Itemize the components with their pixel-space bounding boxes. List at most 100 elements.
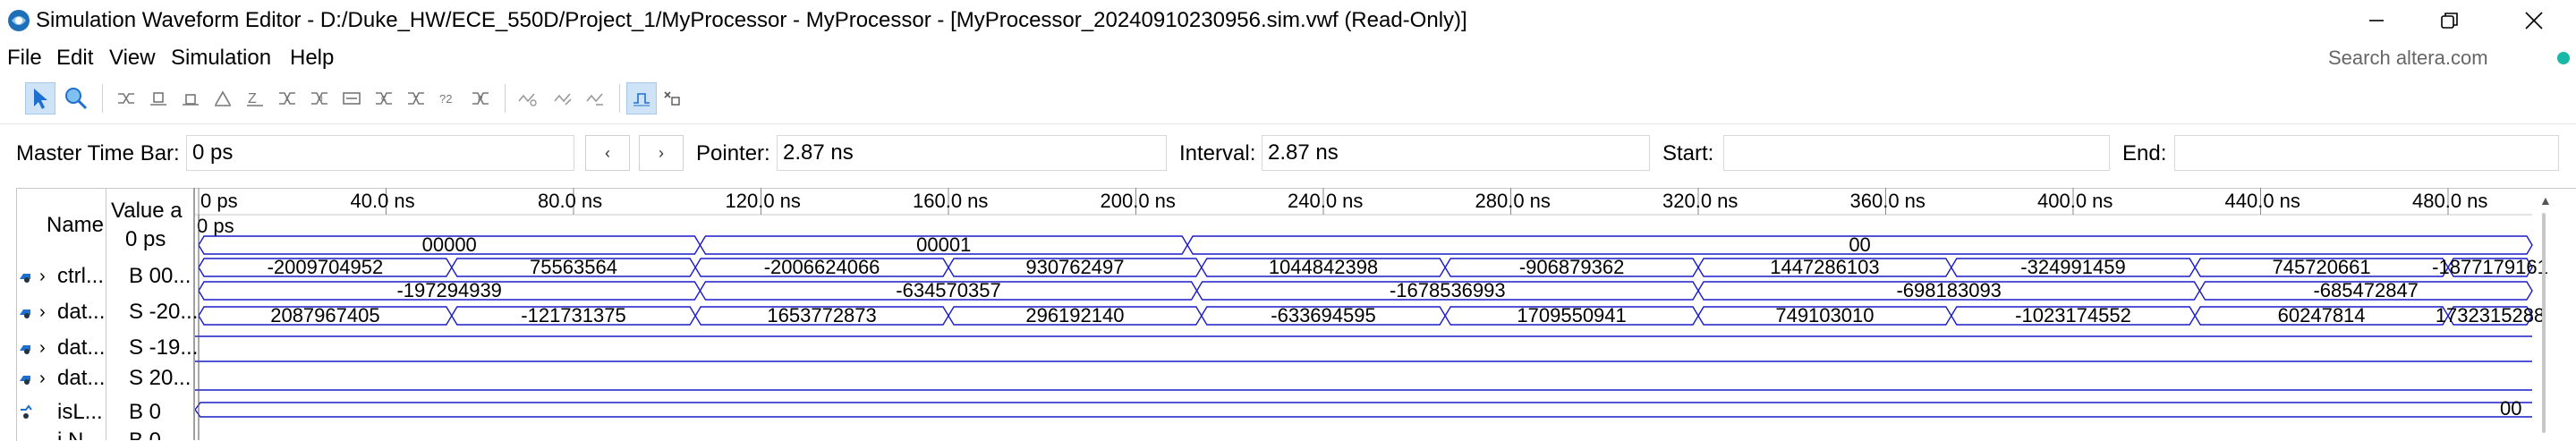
weak-high-button[interactable]: L [272, 82, 302, 114]
signal-bus-icon [18, 340, 34, 360]
high-impedance-button[interactable] [208, 82, 238, 114]
signal-bus-icon [18, 304, 34, 325]
name-column-header[interactable]: Name [47, 213, 104, 238]
zoom-button[interactable] [61, 82, 91, 114]
svg-text:L: L [285, 95, 290, 103]
data-bus-c-value: -121731375 [521, 304, 625, 327]
run-functional-button[interactable] [512, 82, 542, 114]
pointer-label: Pointer: [696, 141, 770, 165]
arbitrary-value-icon: ?2 [439, 92, 452, 106]
svg-text:C: C [381, 95, 387, 103]
signal-row[interactable]: i N... B 0 [16, 429, 193, 440]
signal-bus-icon [18, 268, 34, 289]
cursor-time-label: 0 ps [197, 215, 234, 237]
restore-button[interactable] [2409, 0, 2491, 41]
timescale-label: 40.0 ns [351, 190, 415, 212]
arbitrary-value-button[interactable]: ?2 [433, 82, 463, 114]
end-label: End: [2122, 141, 2167, 165]
signal-row[interactable]: › dat... S -19... [16, 335, 198, 360]
minimize-button[interactable] [2335, 0, 2418, 41]
run-functional-icon [518, 93, 537, 106]
high-impedance-icon [215, 90, 231, 106]
chevron-right-icon[interactable]: › [39, 267, 46, 287]
random-value-button[interactable]: R [465, 82, 496, 114]
grid-button[interactable] [657, 82, 687, 114]
value-column-header[interactable]: Value a [111, 199, 183, 224]
close-button[interactable] [2493, 0, 2575, 41]
invert-button[interactable] [336, 82, 367, 114]
signal-row[interactable]: isL... B 0 [16, 401, 193, 424]
run-timing-button[interactable] [548, 82, 578, 114]
signal-row[interactable]: › ctrl... B 00... [16, 265, 193, 288]
toolbar-separator [505, 84, 506, 113]
menu-help[interactable]: Help [290, 45, 334, 72]
svg-text:?2: ?2 [439, 92, 452, 106]
data-bus-a-value: 745720661 [2273, 256, 2371, 278]
data-bus-c-value: 2087967405 [270, 304, 379, 327]
forcing-low-button[interactable] [143, 82, 174, 114]
interval-field: 2.87 ns [1262, 135, 1650, 171]
dont-care-button[interactable]: H [304, 82, 335, 114]
timescale-label: 480.0 ns [2412, 190, 2487, 212]
signal-name: isL... [57, 400, 103, 424]
ctrl-bus-value: 00001 [916, 233, 971, 256]
value-column-time: 0 ps [125, 227, 166, 251]
chevron-left-icon: ‹ [605, 143, 610, 162]
chevron-right-icon: › [659, 143, 664, 162]
signal-value: B 0 [129, 429, 161, 440]
restore-icon [2441, 13, 2458, 29]
generate-netlist-button[interactable] [580, 82, 610, 114]
toolbar-separator [102, 84, 103, 113]
chevron-up-icon[interactable]: ▲ [2539, 193, 2552, 208]
zoom-icon [65, 88, 88, 110]
start-label: Start: [1662, 141, 1714, 165]
selection-pointer-icon [34, 89, 47, 109]
menu-view[interactable]: View [109, 45, 156, 72]
next-transition-button[interactable]: › [639, 135, 684, 171]
vertical-scrollbar[interactable]: ▲ [2532, 188, 2557, 440]
grid-icon [664, 91, 680, 106]
data-bus-b-value: -698183093 [1896, 279, 2001, 301]
weak-low-button[interactable]: Z [240, 82, 270, 114]
scrollbar-thumb[interactable] [2542, 213, 2546, 433]
snap-grid-button[interactable] [626, 82, 657, 114]
menu-file[interactable]: File [7, 45, 42, 72]
chevron-right-icon[interactable]: › [39, 338, 46, 359]
start-field[interactable] [1723, 135, 2110, 171]
svg-text:H: H [318, 95, 323, 103]
signal-name: dat... [57, 366, 106, 390]
chevron-right-icon[interactable]: › [39, 369, 46, 389]
forcing-high-button[interactable] [175, 82, 206, 114]
data-bus-c-value: -1023174552 [2015, 304, 2131, 327]
signal-value: B 0 [129, 400, 162, 424]
status-indicator-icon [2557, 52, 2570, 64]
chevron-right-icon[interactable]: › [39, 302, 46, 323]
signal-value: S -19... [129, 335, 199, 360]
count-value-button[interactable]: C [369, 82, 399, 114]
signal-name: i N... [57, 429, 101, 440]
data-bus-b-value: -1678536993 [1390, 279, 1506, 301]
data-bus-b-value: -685472847 [2313, 279, 2418, 301]
svg-text:?: ? [413, 95, 418, 103]
window-title: Simulation Waveform Editor - D:/Duke_HW/… [36, 8, 1467, 32]
invert-icon [343, 92, 361, 105]
clock-button[interactable]: ? [401, 82, 431, 114]
ctrl-bus-value: 00 [1849, 233, 1870, 256]
signal-row[interactable]: › dat... S -20... [16, 301, 198, 325]
data-bus-a-value: -1877179161 [2432, 256, 2548, 278]
search-box[interactable] [2325, 43, 2548, 73]
forcing-unknown-button[interactable] [111, 82, 141, 114]
data-bus-c-value: 1709550941 [1517, 304, 1626, 327]
timescale-label: 400.0 ns [2037, 190, 2113, 212]
signal-row[interactable]: › dat... S 20... [16, 367, 193, 390]
waveform-canvas[interactable]: 0 ps 40.0 ns 80.0 ns 120.0 ns 160.0 ns 200.0 … [195, 188, 2558, 440]
menu-simulation[interactable]: Simulation [171, 45, 271, 72]
menu-edit[interactable]: Edit [56, 45, 93, 72]
weak-low-icon: Z [247, 91, 263, 106]
search-input[interactable] [2325, 43, 2548, 73]
signal-name: dat... [57, 335, 106, 360]
master-time-bar-field[interactable]: 0 ps [186, 135, 574, 171]
end-field[interactable] [2174, 135, 2559, 171]
previous-transition-button[interactable]: ‹ [585, 135, 630, 171]
selection-pointer-button[interactable] [25, 82, 55, 114]
